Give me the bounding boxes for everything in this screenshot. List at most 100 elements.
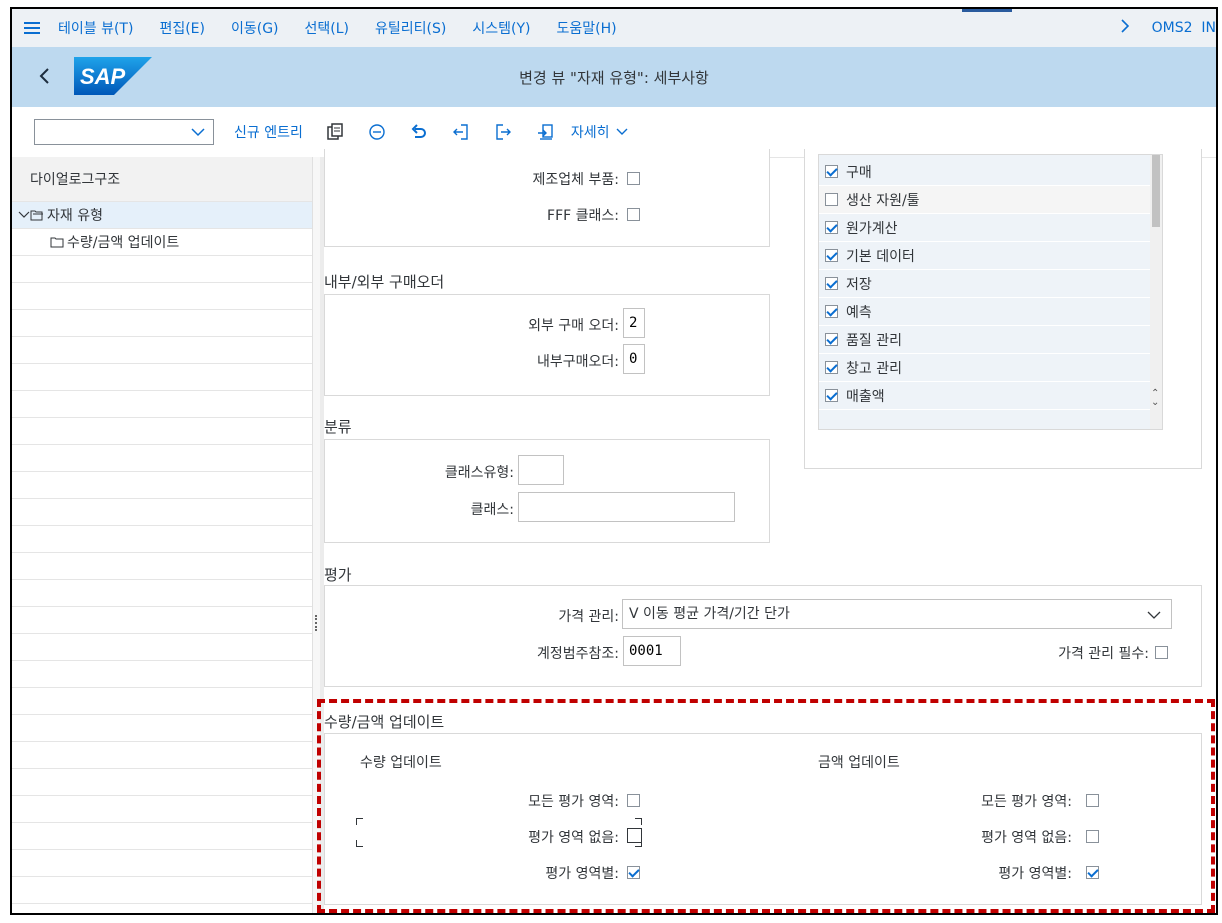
list-item[interactable]: 예측 [819,298,1155,326]
view-checkbox[interactable] [825,333,838,346]
view-label: 창고 관리 [846,360,902,377]
list-scrollbar[interactable]: ⌃ ⌄ [1150,155,1162,429]
menu-utilities[interactable]: 유틸리티(S) [375,18,446,38]
tree-empty-row [12,391,312,418]
price-control-mandatory-label: 가격 관리 필수: [1058,646,1149,662]
scroll-up-down-icon[interactable]: ⌃ ⌄ [1151,389,1159,408]
select-all-icon[interactable] [535,122,555,142]
value-all-areas-label: 모든 평가 영역: [981,794,1072,810]
tree-expand-icon[interactable] [18,210,30,220]
menu-bar: 테이블 뷰(T) 편집(E) 이동(G) 선택(L) 유틸리티(S) 시스템(Y… [12,9,1216,48]
list-item[interactable] [819,154,1155,155]
value-all-areas-checkbox[interactable] [1086,794,1099,807]
price-control-dropdown[interactable]: V 이동 평균 가격/기간 단가 [622,599,1172,629]
menu-table-view[interactable]: 테이블 뷰(T) [58,18,133,38]
next-entry-icon[interactable] [493,122,513,142]
chevron-right-icon[interactable] [1120,19,1130,37]
view-label: 기본 데이터 [846,248,915,265]
tree-node-qty-value-update[interactable]: 수량/금액 업데이트 [12,229,312,256]
copy-as-icon[interactable] [325,122,345,142]
focus-corner [635,818,642,825]
qty-update-header: 수량 업데이트 [360,755,442,771]
dialog-structure-pane: 다이얼로그구조 자재 유형 수량/금액 업데이트 [12,157,312,913]
tree-empty-row [12,499,312,526]
view-checkbox[interactable] [825,165,838,178]
account-ref-label: 계정범주참조: [537,646,619,662]
list-item[interactable]: 창고 관리 [819,354,1155,382]
purchase-order-group [324,294,770,396]
qty-by-area-checkbox[interactable] [627,866,640,879]
new-entries-button[interactable]: 신규 엔트리 [234,122,303,142]
list-item[interactable]: 품질 관리 [819,326,1155,354]
view-checkbox[interactable] [825,389,838,402]
external-po-label: 외부 구매 오더: [528,318,619,334]
tree-empty-row [12,553,312,580]
splitter-grip-icon[interactable] [315,615,319,631]
hamburger-menu-icon[interactable] [24,22,40,34]
view-checkbox[interactable] [825,305,838,318]
menu-help[interactable]: 도움말(H) [556,18,616,38]
page-title: 변경 뷰 "자재 유형": 세부사항 [519,69,709,87]
focus-corner [356,818,363,825]
purchase-order-section-title: 내부/외부 구매오더 [324,273,445,291]
value-by-area-checkbox[interactable] [1086,866,1099,879]
chevron-down-icon[interactable] [191,126,205,142]
list-item[interactable]: 생산 자원/툴 [819,186,1155,214]
price-control-mandatory-checkbox[interactable] [1155,646,1168,659]
views-list: 구매 생산 자원/툴 원가계산 기본 데이터 저장 예측 품질 관리 창고 관리… [818,154,1163,430]
fff-class-checkbox[interactable] [627,208,640,221]
tree-empty-row [12,796,312,823]
focus-corner [356,840,363,847]
system-info: OMS2 IN [1120,9,1216,47]
internal-po-input[interactable]: 0 [623,344,645,374]
tree-empty-row [12,688,312,715]
tree-node-material-type[interactable]: 자재 유형 [12,202,312,229]
class-type-input[interactable] [518,455,564,485]
list-item[interactable]: 저장 [819,270,1155,298]
tree-empty-row [12,607,312,634]
class-type-label: 클래스유형: [444,465,514,481]
scrollbar-thumb[interactable] [1152,155,1160,227]
menu-goto[interactable]: 이동(G) [231,18,279,38]
view-checkbox[interactable] [825,277,838,290]
view-checkbox[interactable] [825,193,838,206]
class-input[interactable] [518,492,735,522]
qty-value-update-section-title: 수량/금액 업데이트 [324,713,445,731]
tree-empty-row [12,364,312,391]
menu-system[interactable]: 시스템(Y) [472,18,530,38]
view-checkbox[interactable] [825,249,838,262]
tree-empty-row [12,715,312,742]
chevron-down-icon [616,128,627,135]
command-field[interactable] [34,119,214,145]
list-item[interactable]: 매출액 [819,382,1155,410]
tree-empty-row [12,904,312,913]
view-checkbox[interactable] [825,221,838,234]
valuation-section-title: 평가 [324,566,352,584]
external-po-input[interactable]: 2 [623,308,645,338]
tree-empty-row [12,742,312,769]
more-label: 자세히 [570,125,610,141]
tree-empty-row [12,283,312,310]
list-item[interactable]: 기본 데이터 [819,242,1155,270]
value-no-area-checkbox[interactable] [1086,830,1099,843]
delete-icon[interactable] [367,122,387,142]
manufacturer-parts-checkbox[interactable] [627,172,640,185]
more-menu-button[interactable]: 자세히 [571,122,628,142]
menu-edit[interactable]: 편집(E) [159,18,205,38]
undo-icon[interactable] [409,122,429,142]
tree-empty-row [12,445,312,472]
tree-empty-row [12,310,312,337]
list-item[interactable]: 원가계산 [819,214,1155,242]
qty-all-areas-checkbox[interactable] [627,794,640,807]
view-label: 예측 [846,304,872,321]
view-label: 생산 자원/툴 [846,192,920,209]
menu-selection[interactable]: 선택(L) [305,18,349,38]
previous-entry-icon[interactable] [451,122,471,142]
loading-indicator [962,9,1012,12]
list-item[interactable]: 구매 [819,158,1155,186]
account-ref-input[interactable]: 0001 [623,636,681,666]
tree-empty-row [12,661,312,688]
chevron-down-icon[interactable] [1147,604,1161,634]
view-checkbox[interactable] [825,361,838,374]
system-id: OMS2 IN [1151,20,1216,36]
